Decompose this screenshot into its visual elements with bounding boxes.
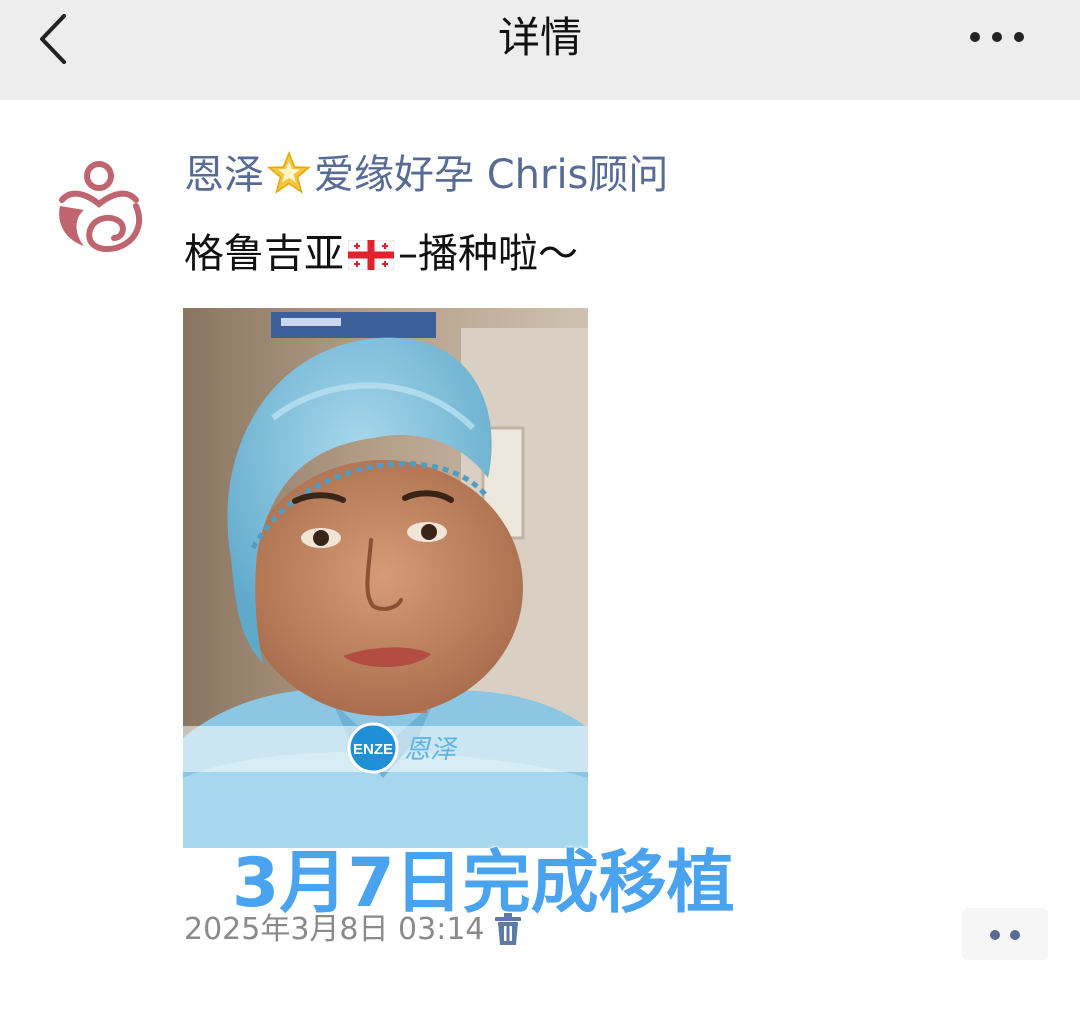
- watermark-logo-text: ENZE: [353, 741, 393, 758]
- two-dots-icon: [990, 930, 1000, 940]
- ellipsis-icon: [1014, 32, 1024, 42]
- like-comment-button[interactable]: [962, 908, 1048, 960]
- page-title: 详情: [497, 13, 582, 62]
- top-navigation-bar: 详情: [0, 0, 1080, 100]
- post-text-part1: 格鲁吉亚: [184, 231, 344, 277]
- author-name-prefix: 恩泽: [184, 152, 264, 198]
- ellipsis-icon: [970, 32, 980, 42]
- georgia-flag-icon: [348, 240, 394, 270]
- avatar-logo: [59, 161, 143, 252]
- trash-icon: [495, 913, 521, 945]
- delete-button[interactable]: [494, 912, 522, 946]
- post-timestamp: 2025年3月8日 03:14: [184, 912, 485, 947]
- avatar[interactable]: [40, 148, 158, 266]
- more-button[interactable]: [970, 22, 1040, 50]
- author-name-link[interactable]: 恩泽 爱缘好孕 Chris顾问: [184, 148, 668, 202]
- author-name-suffix: 爱缘好孕 Chris顾问: [314, 152, 669, 198]
- ellipsis-icon: [992, 32, 1002, 42]
- watermark-text: 恩泽: [404, 735, 458, 765]
- post-text-part2: –播种啦～: [398, 231, 578, 277]
- post-text: 格鲁吉亚 –播种啦～: [184, 226, 578, 282]
- star-icon: [266, 150, 312, 194]
- photo-illustration: ENZE 恩泽: [183, 308, 588, 848]
- post-photo[interactable]: ENZE 恩泽: [183, 308, 588, 848]
- two-dots-icon: [1010, 930, 1020, 940]
